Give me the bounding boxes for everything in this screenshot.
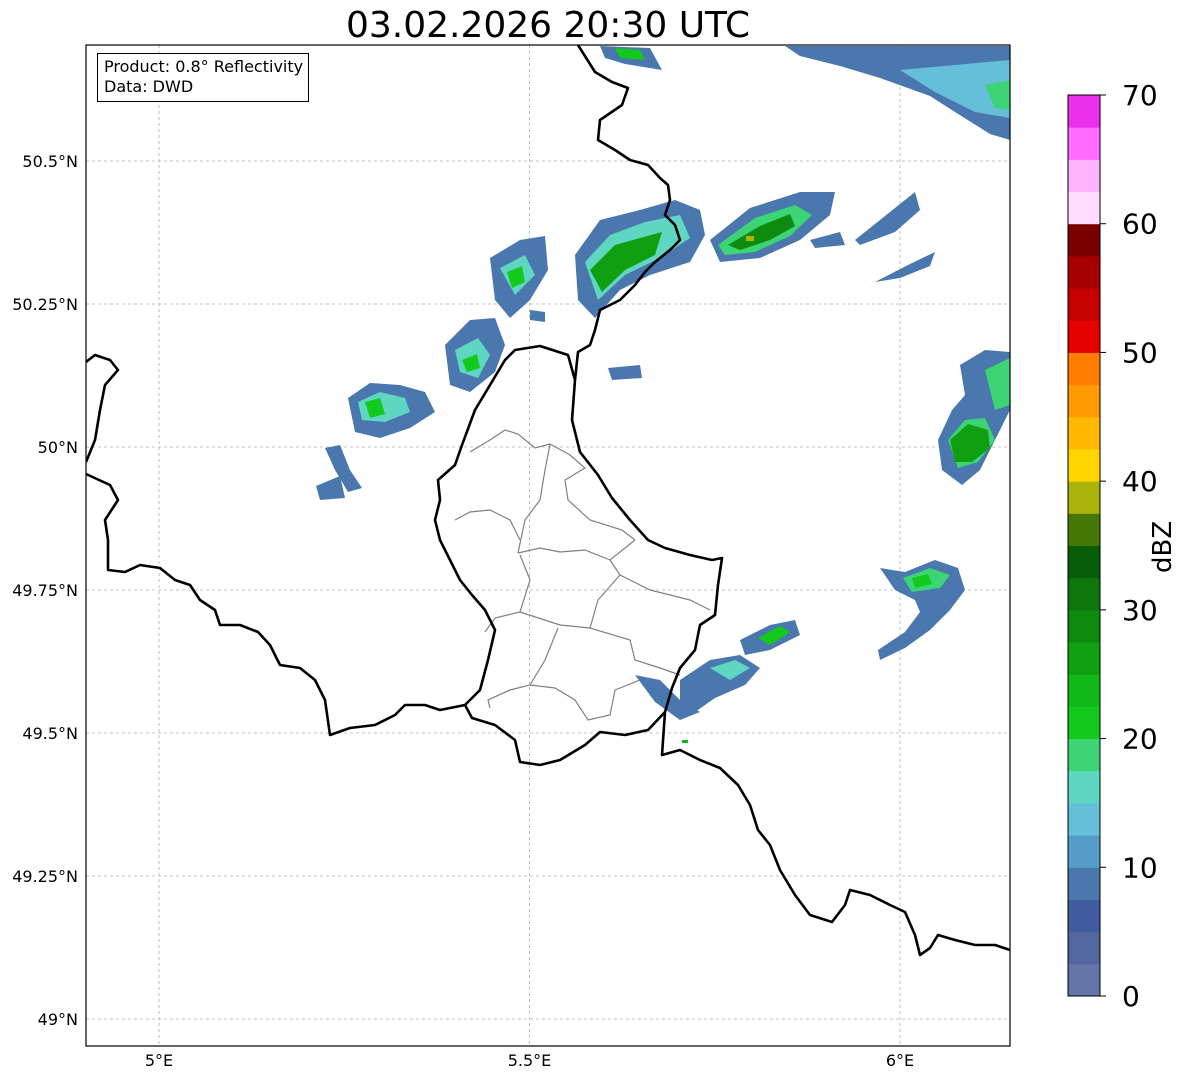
colorbar-segment: [1068, 706, 1100, 740]
lon-tick-labels: 5°E5.5°E6°E6.5°E7°E: [145, 1051, 914, 1070]
lat-tick-label: 49.5°N: [22, 724, 78, 743]
colorbar-segment: [1068, 352, 1100, 386]
colorbar-tick-label: 50: [1122, 336, 1158, 369]
lat-tick-label: 50.5°N: [22, 152, 78, 171]
radar-map: 5°E5.5°E6°E6.5°E7°E 50.5°N50.25°N50°N49.…: [12, 44, 1158, 1070]
colorbar-segment: [1068, 127, 1100, 160]
colorbar-tick-label: 40: [1122, 465, 1158, 498]
lat-tick-label: 49.75°N: [12, 581, 78, 600]
colorbar: [1067, 94, 1101, 997]
colorbar-segment: [1068, 674, 1100, 707]
lat-tick-label: 49°N: [38, 1010, 78, 1029]
lat-tick-label: 50.25°N: [12, 295, 78, 314]
lat-tick-label: 50°N: [38, 438, 78, 457]
colorbar-segment: [1068, 835, 1100, 868]
lat-tick-label: 49.25°N: [12, 867, 78, 886]
echo-tiny-1: [530, 310, 545, 322]
colorbar-segment: [1068, 770, 1100, 804]
colorbar-segment: [1068, 481, 1100, 514]
echo-small-mark: [682, 740, 688, 743]
echo-peak-cell: [746, 236, 754, 241]
lon-tick-label: 5.5°E: [508, 1051, 552, 1070]
colorbar-segment: [1068, 320, 1100, 353]
colorbar-segment: [1068, 416, 1100, 450]
colorbar-segment: [1068, 95, 1100, 128]
colorbar-tick-label: 70: [1122, 79, 1158, 112]
lon-tick-label: 5°E: [145, 1051, 173, 1070]
colorbar-segment: [1068, 609, 1100, 643]
colorbar-tick-label: 60: [1122, 208, 1158, 241]
colorbar-segment: [1068, 867, 1100, 900]
map-title: 03.02.2026 20:30 UTC: [345, 5, 751, 46]
info-box: Product: 0.8° Reflectivity Data: DWD: [97, 53, 310, 102]
colorbar-segment: [1068, 448, 1100, 482]
colorbar-segment: [1068, 545, 1100, 579]
colorbar-segment: [1068, 577, 1100, 611]
colorbar-segment: [1068, 255, 1100, 289]
colorbar-tick-label: 30: [1122, 594, 1158, 627]
colorbar-segment: [1068, 384, 1100, 418]
product-label: Product: 0.8° Reflectivity: [104, 57, 304, 76]
colorbar-segment: [1068, 223, 1100, 257]
data-source-label: Data: DWD: [104, 77, 194, 96]
colorbar-segment: [1068, 191, 1100, 225]
colorbar-tick-label: 0: [1122, 980, 1140, 1013]
colorbar-segment: [1068, 738, 1100, 772]
colorbar-tick-label: 10: [1122, 851, 1158, 884]
colorbar-segment: [1068, 931, 1100, 965]
colorbar-segment: [1068, 963, 1100, 997]
colorbar-segment: [1068, 288, 1100, 321]
colorbar-segment: [1068, 642, 1100, 675]
colorbar-segment: [1068, 513, 1100, 546]
lat-tick-labels: 50.5°N 50.25°N 50°N 49.75°N 49.5°N 49.25°N 49°…: [12, 152, 78, 1029]
colorbar-segment: [1068, 159, 1100, 193]
lon-tick-label: 6°E: [886, 1051, 914, 1070]
colorbar-segment: [1068, 802, 1100, 836]
colorbar-tick-label: 20: [1122, 723, 1158, 756]
colorbar-segment: [1068, 899, 1100, 933]
colorbar-label: dBZ: [1148, 520, 1178, 573]
